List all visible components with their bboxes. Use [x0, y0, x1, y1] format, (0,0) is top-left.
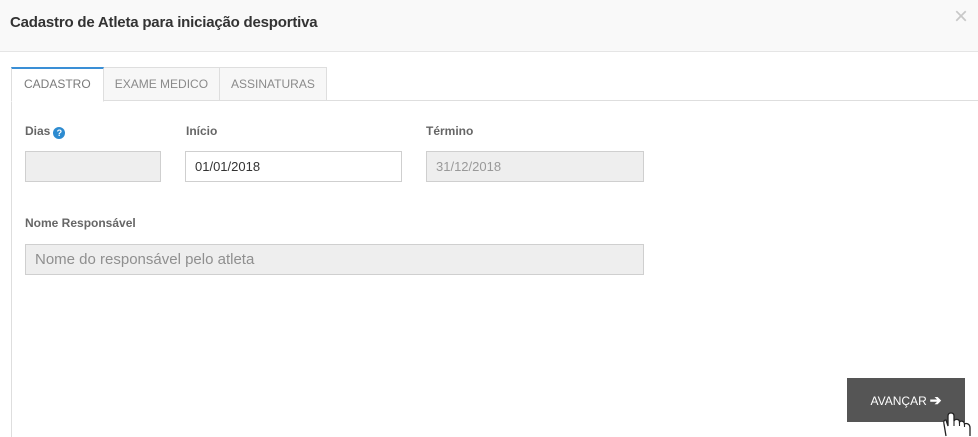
close-icon: × [953, 3, 968, 30]
dias-label-text: Dias [25, 124, 51, 138]
hand-cursor-icon [942, 412, 978, 437]
dias-label: Dias? [25, 124, 66, 139]
arrow-right-icon: ➔ [929, 392, 942, 408]
termino-label: Término [426, 124, 474, 138]
dias-field[interactable] [25, 151, 161, 182]
modal-header: Cadastro de Atleta para iniciação despor… [0, 0, 978, 52]
tab-exame-medico[interactable]: EXAME MEDICO [103, 67, 221, 101]
modal-title: Cadastro de Atleta para iniciação despor… [10, 14, 318, 31]
tab-bar: CADASTRO EXAME MEDICO ASSINATURAS [11, 67, 327, 102]
responsavel-label: Nome Responsável [25, 216, 136, 230]
responsavel-input[interactable] [25, 244, 644, 275]
termino-date-field[interactable] [426, 151, 644, 182]
avancar-label: AVANÇAR [870, 394, 927, 408]
close-button[interactable]: × [950, 3, 972, 30]
inicio-label: Início [186, 124, 218, 138]
tab-cadastro[interactable]: CADASTRO [11, 67, 104, 102]
question-circle-icon[interactable]: ? [53, 127, 66, 139]
tab-assinaturas[interactable]: ASSINATURAS [220, 67, 327, 101]
inicio-date-field[interactable] [185, 151, 402, 182]
